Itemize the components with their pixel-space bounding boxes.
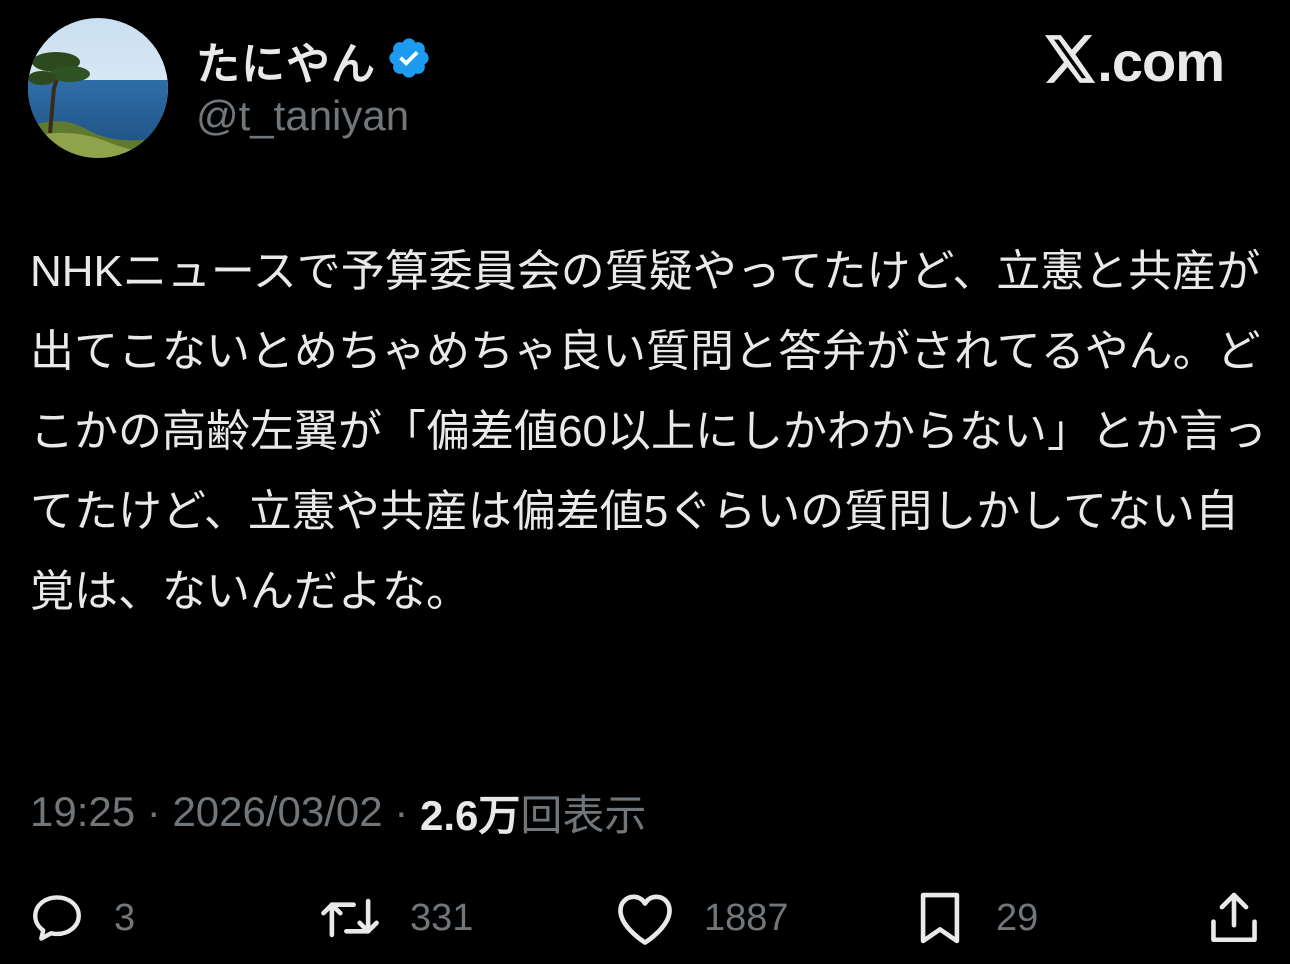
bookmark-button[interactable]: 29 xyxy=(912,886,1038,950)
brand-domain-text: .com xyxy=(1097,29,1225,93)
meta-separator: · xyxy=(135,788,173,835)
heart-icon xyxy=(614,889,676,947)
meta-separator: · xyxy=(382,788,420,835)
repost-count: 331 xyxy=(410,896,474,939)
x-logo-icon xyxy=(1045,34,1097,88)
bookmark-icon xyxy=(912,889,968,947)
tweet-time[interactable]: 19:25 xyxy=(30,788,135,836)
repost-button[interactable]: 331 xyxy=(318,886,473,950)
reply-count: 3 xyxy=(114,896,136,939)
like-button[interactable]: 1887 xyxy=(614,886,789,950)
tweet-meta: 19:25 · 2026/03/02 · 2.6万 回表示 xyxy=(30,782,646,842)
reply-button[interactable]: 3 xyxy=(28,886,135,950)
tweet-text: NHKニュースで予算委員会の質疑やってたけど、立憲と共産が出てこないとめちゃめち… xyxy=(30,247,1267,616)
avatar-photo xyxy=(28,18,168,158)
brand-logo: .com xyxy=(1045,29,1225,93)
action-bar: 3 331 1887 29 xyxy=(0,886,1290,950)
author-display-name: たにやん xyxy=(196,40,376,89)
views-label: 回表示 xyxy=(520,791,647,839)
avatar[interactable] xyxy=(28,18,168,158)
display-name[interactable]: たにやん xyxy=(196,30,432,90)
tweet-date[interactable]: 2026/03/02 xyxy=(172,788,382,836)
share-button[interactable] xyxy=(1206,886,1262,950)
like-count: 1887 xyxy=(704,896,789,939)
reply-icon xyxy=(28,889,86,947)
views-count: 2.6万 xyxy=(419,791,521,839)
author-handle[interactable]: @t_taniyan xyxy=(196,92,409,140)
share-icon xyxy=(1206,889,1262,947)
bookmark-count: 29 xyxy=(996,896,1039,939)
verified-badge-icon xyxy=(386,35,432,86)
repost-icon xyxy=(318,889,382,947)
